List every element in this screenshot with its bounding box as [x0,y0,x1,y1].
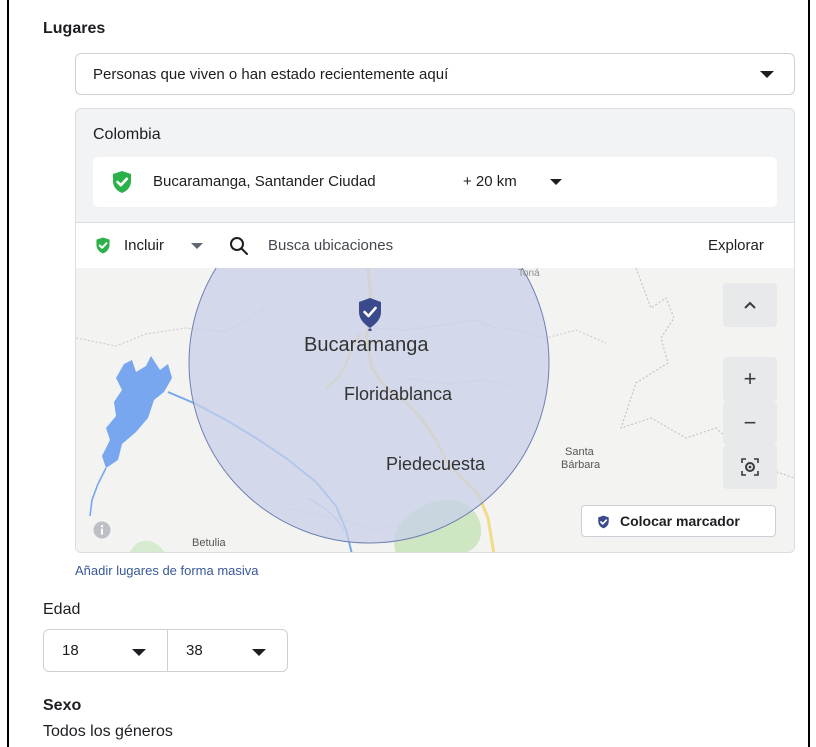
map-place-label: Bucaramanga [304,334,429,356]
age-min-select[interactable]: 18 [43,629,168,672]
chevron-down-icon[interactable] [191,243,203,249]
map-place-label: Floridablanca [344,384,453,404]
selected-location-name: Bucaramanga, Santander Ciudad [153,173,376,190]
map-place-label: Piedecuesta [386,454,486,474]
bulk-add-locations-link[interactable]: Añadir lugares de forma masiva [75,563,259,578]
search-icon [230,237,248,255]
map-place-label: Bárbara [561,459,601,471]
selected-location-card[interactable]: Bucaramanga, Santander Ciudad + 20 km [93,157,777,207]
zoom-out-button[interactable]: − [723,401,777,445]
include-dropdown[interactable]: Incluir [124,237,164,254]
map-place-label: Santa [565,446,594,458]
map-place-label: Betulia [192,537,226,549]
chevron-up-icon [744,301,756,309]
age-min-value: 18 [62,642,79,659]
collapse-map-button[interactable] [723,283,777,327]
age-max-value: 38 [186,642,203,659]
locations-label: Lugares [43,20,106,37]
chevron-down-icon [252,649,266,656]
locate-icon [741,458,759,476]
map-pin-icon[interactable] [357,297,383,331]
shield-check-icon [113,171,131,193]
place-marker-button[interactable]: Colocar marcador [581,505,776,537]
marker-shield-icon [598,515,609,529]
zoom-in-button[interactable]: + [723,357,777,401]
chevron-down-icon [132,649,146,656]
info-icon[interactable] [93,521,111,539]
location-search-input[interactable]: Busca ubicaciones [268,237,393,254]
explore-button[interactable]: Explorar [708,237,764,254]
location-panel: Colombia Bucaramanga, Santander Ciudad +… [75,108,795,553]
locate-button[interactable] [723,445,777,489]
gender-label: Sexo [43,697,82,714]
location-toolbar: Incluir Busca ubicaciones Explorar [76,222,794,268]
location-map[interactable]: Toná Bucaramanga Floridablanca Piedecues… [76,268,794,552]
age-label: Edad [43,601,81,618]
place-marker-label: Colocar marcador [620,513,740,529]
audience-location-select[interactable]: Personas que viven o han estado reciente… [75,53,795,95]
map-place-label: Toná [518,268,540,279]
age-max-select[interactable]: 38 [167,629,288,672]
chevron-down-icon[interactable] [550,179,562,185]
country-label: Colombia [93,126,161,143]
gender-value: Todos los géneros [43,723,173,740]
chevron-down-icon [760,71,774,78]
shield-check-icon [96,237,110,254]
audience-location-select-value: Personas que viven o han estado reciente… [93,66,449,83]
radius-dropdown[interactable]: + 20 km [463,173,517,190]
